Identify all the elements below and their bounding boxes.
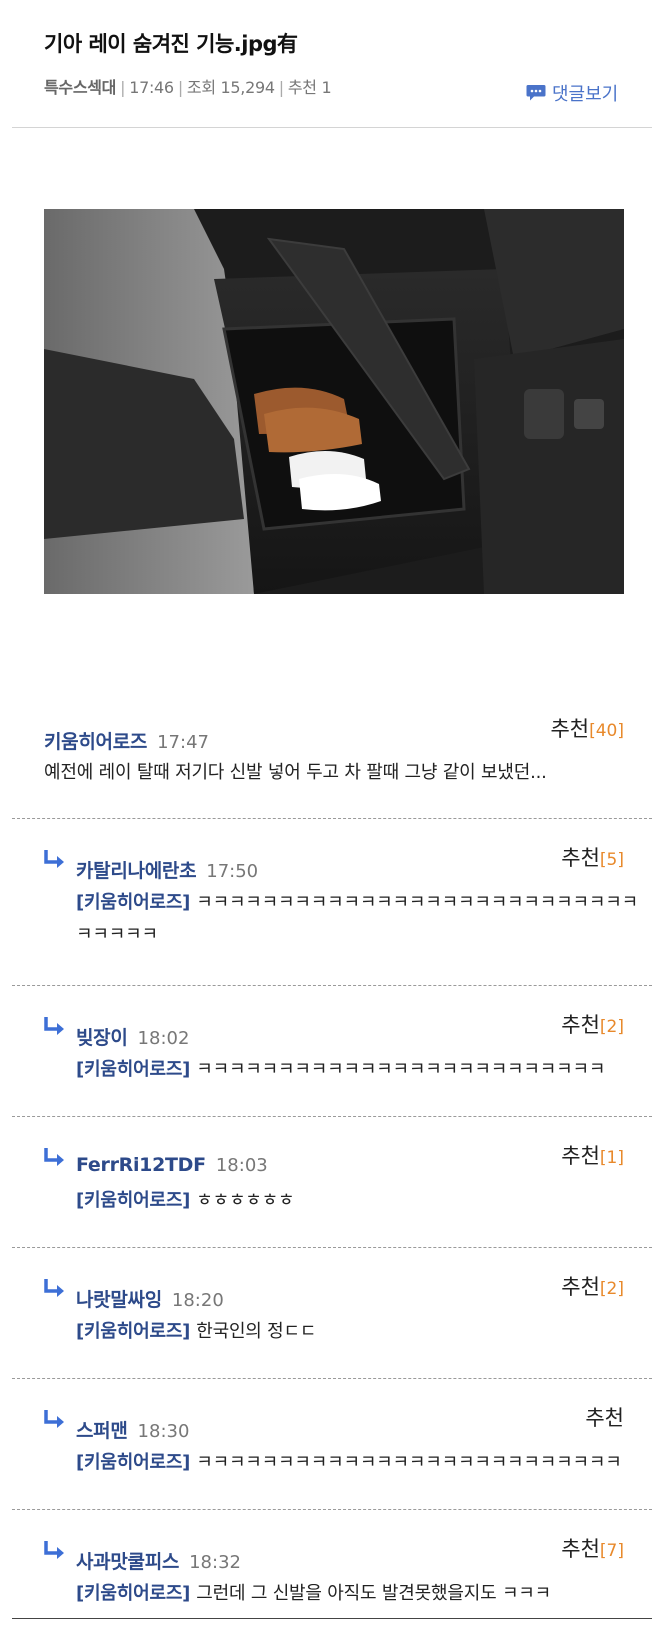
comment-header: 스퍼맨 18:30 [76,1416,189,1443]
recommend-count: [40] [589,721,624,741]
mention-tag[interactable]: [키움히어로즈] [76,1452,190,1473]
mention-tag[interactable]: [키움히어로즈] [76,892,190,913]
post-photo [44,209,624,594]
comment-time: 18:02 [137,1028,190,1049]
reply-arrow-icon [44,1148,64,1166]
comment-header: 키움히어로즈 17:47 [44,727,209,754]
mention-tag[interactable]: [키움히어로즈] [76,1583,190,1604]
comment-nickname[interactable]: 스퍼맨 [76,1416,128,1443]
mention-tag[interactable]: [키움히어로즈] [76,1190,190,1211]
comment-divider [12,818,652,819]
reply-arrow-icon [44,1279,64,1297]
post-title: 기아 레이 숨겨진 기능.jpg有 [44,32,298,56]
comment-nickname[interactable]: FerrRi12TDF [76,1154,206,1176]
comment-header: 빚장이 18:02 [76,1023,189,1050]
reply-arrow-icon [44,1541,64,1559]
comment-view-button[interactable]: 댓글보기 [526,80,618,106]
recommend-count: [5] [599,850,624,870]
comment-time: 17:47 [157,732,209,753]
recommend-count: [2] [599,1017,624,1037]
reply-arrow-icon [44,1410,64,1428]
reply-arrow-icon [44,1017,64,1035]
comment-text: [키움히어로즈] ㅋㅋㅋㅋㅋㅋㅋㅋㅋㅋㅋㅋㅋㅋㅋㅋㅋㅋㅋㅋㅋㅋㅋㅋㅋ [76,1059,606,1080]
mention-tag[interactable]: [키움히어로즈] [76,1059,190,1080]
recommend-count: [7] [599,1541,624,1561]
comment-divider [12,985,652,986]
comment-header: FerrRi12TDF 18:03 [76,1154,268,1176]
bottom-divider [12,1618,652,1619]
meta-separator: | [120,78,126,97]
comment-nickname[interactable]: 나랏말싸잉 [76,1285,162,1312]
comment-header: 사과맛쿨피스 18:32 [76,1547,241,1574]
recommend-count: [2] [599,1279,624,1299]
comment-time: 18:32 [189,1552,241,1573]
comment-time: 17:50 [206,861,259,882]
comment-text: 예전에 레이 탈때 저기다 신발 넣어 두고 차 팔때 그냥 같이 보냈던... [44,762,547,783]
post-meta: 특수스섹대 | 17:46 | 조회 15,294 | 추천 1 [44,74,332,98]
post-header: 기아 레이 숨겨진 기능.jpg有 특수스섹대 | 17:46 | 조회 15,294 |… [0,0,652,128]
speech-bubble-icon [526,85,546,101]
comment-time: 18:20 [171,1290,224,1311]
comment-text: [키움히어로즈] 그런데 그 신발을 아직도 발견못했을지도 ㅋㅋㅋ [76,1583,552,1604]
comment-text: [키움히어로즈] ㅋㅋㅋㅋㅋㅋㅋㅋㅋㅋㅋㅋㅋㅋㅋㅋㅋㅋㅋㅋㅋㅋㅋㅋㅋㅋㅋ [76,892,638,913]
comment-divider [12,1247,652,1248]
recommend-label[interactable]: 추천[40] [550,713,624,743]
comment-divider [12,1509,652,1510]
post-time: 17:46 [129,78,174,97]
recommend-label[interactable]: 추천[1] [561,1140,624,1170]
recommend-label[interactable]: 추천[2] [561,1271,624,1301]
meta-separator: | [177,78,183,97]
comment-header: 나랏말싸잉 18:20 [76,1285,224,1312]
comment-time: 18:30 [137,1421,190,1442]
comment-text: [키움히어로즈] ㅋㅋㅋㅋㅋㅋㅋㅋㅋㅋㅋㅋㅋㅋㅋㅋㅋㅋㅋㅋㅋㅋㅋㅋㅋㅋ [76,1452,622,1473]
header-divider [12,127,652,128]
post-views: 조회 15,294 [186,78,275,97]
comment-divider [12,1116,652,1117]
mention-tag[interactable]: [키움히어로즈] [76,1321,190,1342]
post-recommend: 추천 1 [287,78,332,97]
reply-arrow-icon [44,850,64,868]
recommend-label[interactable]: 추천[5] [561,842,624,872]
meta-separator: | [278,78,284,97]
comment-header: 카탈리나에란초 17:50 [76,856,258,883]
comment-view-label: 댓글보기 [552,84,619,105]
car-underseat-storage-image [44,209,624,594]
comment-nickname[interactable]: 빚장이 [76,1023,128,1050]
comment-nickname[interactable]: 카탈리나에란초 [76,856,197,883]
recommend-label[interactable]: 추천[7] [561,1533,624,1563]
post-author[interactable]: 특수스섹대 [44,78,116,97]
recommend-label[interactable]: 추천 [585,1402,624,1432]
comment-time: 18:03 [215,1155,268,1176]
comment-nickname[interactable]: 키움히어로즈 [44,727,147,754]
recommend-count: [1] [599,1148,624,1168]
comment-divider [12,1378,652,1379]
comment-text: [키움히어로즈] ㅎㅎㅎㅎㅎㅎ [76,1190,295,1211]
recommend-label[interactable]: 추천[2] [561,1009,624,1039]
comment-text: [키움히어로즈] 한국인의 정ㄷㄷ [76,1321,317,1342]
comment-nickname[interactable]: 사과맛쿨피스 [76,1547,179,1574]
comment-text-continued: ㅋㅋㅋㅋㅋ [76,924,158,945]
